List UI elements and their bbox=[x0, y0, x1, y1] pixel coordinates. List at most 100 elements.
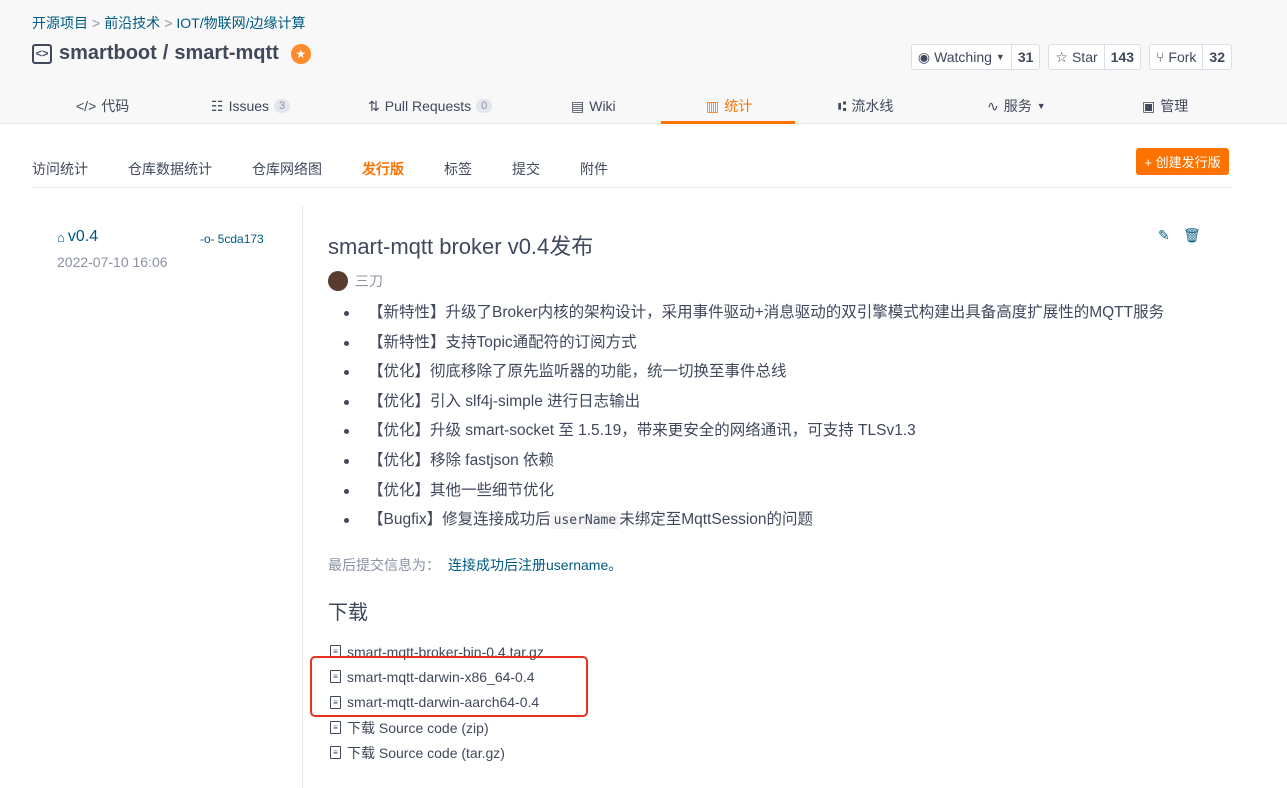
bugfix-suffix: 未绑定至MqttSession的问题 bbox=[619, 511, 814, 529]
subnav-repo-data[interactable]: 仓库数据统计 bbox=[128, 159, 212, 179]
repo-tabs: </> 代码 ☷ Issues 3 ⇅ Pull Requests 0 ▤ Wiki ▥ 统计… bbox=[0, 88, 1287, 124]
release-notes: 【新特性】升级了Broker内核的架构设计，采用事件驱动+消息驱动的双引擎模式构… bbox=[343, 300, 1164, 537]
star-icon: ☆ bbox=[1055, 48, 1068, 65]
list-item: 【优化】彻底移除了原先监听器的功能，统一切换至事件总线 bbox=[343, 359, 1164, 389]
subnav-network[interactable]: 仓库网络图 bbox=[252, 159, 322, 179]
tag-icon: ⌂ bbox=[57, 229, 65, 245]
tab-label: 代码 bbox=[101, 98, 130, 114]
wiki-icon: ▤ bbox=[571, 97, 585, 114]
watch-label: Watching bbox=[934, 49, 992, 65]
tab-label: Wiki bbox=[589, 98, 616, 114]
star-label: Star bbox=[1071, 49, 1098, 65]
file-archive-icon: ≡ bbox=[330, 746, 341, 760]
tab-label: 统计 bbox=[724, 98, 753, 114]
tab-label: 管理 bbox=[1160, 98, 1189, 114]
subnav-releases[interactable]: 发行版 bbox=[362, 159, 404, 179]
caret-down-icon: ▼ bbox=[1036, 101, 1046, 111]
list-item: 【优化】其他一些细节优化 bbox=[343, 478, 1164, 508]
pr-count-badge: 0 bbox=[476, 99, 493, 113]
tab-label: 流水线 bbox=[851, 98, 894, 114]
list-item: 【新特性】升级了Broker内核的架构设计，采用事件驱动+消息驱动的双引擎模式构… bbox=[343, 300, 1164, 330]
pulse-icon: ∿ bbox=[987, 97, 999, 114]
stats-subnav: 访问统计 仓库数据统计 仓库网络图 发行版 标签 提交 附件 bbox=[32, 150, 1231, 188]
issues-icon: ☷ bbox=[211, 97, 224, 114]
tab-services[interactable]: ∿ 服务 ▼ bbox=[987, 88, 1046, 124]
last-commit-link[interactable]: 连接成功后注册username。 bbox=[448, 557, 622, 573]
pipeline-icon: ⑆ bbox=[838, 98, 847, 114]
release-author[interactable]: 三刀 bbox=[328, 271, 383, 291]
tab-label: 服务 bbox=[1003, 98, 1032, 114]
list-item: 【优化】移除 fastjson 依赖 bbox=[343, 448, 1164, 478]
tab-pull-requests[interactable]: ⇅ Pull Requests 0 bbox=[368, 88, 493, 124]
list-item-bugfix: 【Bugfix】修复连接成功后 userName 未绑定至MqttSession的问… bbox=[343, 507, 1164, 537]
repo-separator: / bbox=[162, 42, 169, 64]
tab-label: Issues bbox=[228, 98, 270, 114]
star-count[interactable]: 143 bbox=[1105, 45, 1140, 69]
caret-down-icon: ▼ bbox=[995, 52, 1005, 62]
subnav-attachments[interactable]: 附件 bbox=[580, 159, 608, 179]
commit-hash: 5cda173 bbox=[217, 232, 264, 246]
subnav-commits[interactable]: 提交 bbox=[512, 159, 540, 179]
code-icon: </> bbox=[76, 98, 97, 114]
watch-button[interactable]: ◉ Watching ▼ 31 bbox=[910, 44, 1041, 70]
repo-name[interactable]: smart-mqtt bbox=[174, 42, 278, 65]
release-tag[interactable]: ⌂ v0.4 bbox=[57, 228, 98, 246]
trash-icon[interactable]: 🗑 bbox=[1183, 227, 1201, 244]
breadcrumb-open-source[interactable]: 开源项目 bbox=[32, 15, 88, 31]
fork-icon: ⑂ bbox=[1156, 49, 1165, 65]
chart-icon: ▥ bbox=[706, 97, 720, 114]
tab-label: Pull Requests bbox=[384, 98, 472, 114]
tab-issues[interactable]: ☷ Issues 3 bbox=[211, 88, 291, 124]
release-commit[interactable]: -o- 5cda173 bbox=[200, 232, 264, 246]
recommended-medal-icon: ★ bbox=[290, 43, 311, 64]
tab-stats[interactable]: ▥ 统计 bbox=[706, 88, 752, 124]
fork-button[interactable]: ⑂ Fork 32 bbox=[1149, 44, 1232, 70]
list-item: 【优化】引入 slf4j-simple 进行日志输出 bbox=[343, 389, 1164, 419]
watch-count[interactable]: 31 bbox=[1012, 45, 1040, 69]
pull-request-icon: ⇅ bbox=[368, 97, 380, 114]
tab-pipeline[interactable]: ⑆ 流水线 bbox=[838, 88, 893, 124]
fork-label: Fork bbox=[1168, 49, 1197, 65]
commit-icon: -o- bbox=[200, 232, 215, 246]
download-item[interactable]: ≡ 下载 Source code (zip) bbox=[330, 715, 544, 740]
file-name: 下载 Source code (tar.gz) bbox=[347, 744, 505, 761]
last-commit-label: 最后提交信息为： bbox=[328, 557, 440, 573]
breadcrumb-frontier-tech[interactable]: 前沿技术 bbox=[104, 15, 160, 31]
edit-icon[interactable]: ✎ bbox=[1158, 227, 1170, 244]
repo-header: 开源项目 > 前沿技术 > IOT/物联网/边缘计算 <> smartboot / sm… bbox=[0, 0, 1287, 124]
repo-actions: ◉ Watching ▼ 31 ☆ Star 143 ⑂ Fork 32 bbox=[910, 44, 1232, 70]
subnav-tags[interactable]: 标签 bbox=[444, 159, 472, 179]
release-tag-label: v0.4 bbox=[67, 228, 99, 245]
release-date: 2022-07-10 16:06 bbox=[57, 254, 168, 270]
issues-count-badge: 3 bbox=[274, 99, 291, 113]
breadcrumb-separator: > bbox=[164, 15, 173, 31]
tab-code[interactable]: </> 代码 bbox=[76, 88, 129, 124]
repo-code-icon: <> bbox=[32, 43, 52, 64]
tab-wiki[interactable]: ▤ Wiki bbox=[571, 88, 616, 124]
tab-manage[interactable]: ▣ 管理 bbox=[1142, 88, 1188, 124]
file-name: 下载 Source code (zip) bbox=[347, 719, 489, 736]
highlight-annotation bbox=[310, 656, 588, 717]
breadcrumb: 开源项目 > 前沿技术 > IOT/物联网/边缘计算 bbox=[32, 13, 306, 33]
active-tab-indicator bbox=[661, 121, 795, 124]
subnav-visits[interactable]: 访问统计 bbox=[32, 159, 88, 179]
list-item: 【优化】升级 smart-socket 至 1.5.19，带来更安全的网络通讯，… bbox=[343, 418, 1164, 448]
download-item[interactable]: ≡ 下载 Source code (tar.gz) bbox=[330, 740, 544, 765]
avatar bbox=[328, 271, 348, 291]
download-heading: 下载 bbox=[328, 602, 368, 624]
breadcrumb-iot[interactable]: IOT/物联网/边缘计算 bbox=[176, 15, 305, 31]
divider bbox=[302, 206, 303, 788]
fork-count[interactable]: 32 bbox=[1203, 45, 1231, 69]
breadcrumb-separator: > bbox=[92, 15, 101, 31]
repo-title: <> smartboot / smart-mqtt ★ bbox=[32, 42, 311, 65]
bugfix-code: userName bbox=[550, 512, 620, 530]
release-title: smart-mqtt broker v0.4发布 bbox=[328, 234, 594, 259]
author-name: 三刀 bbox=[355, 273, 383, 289]
bugfix-prefix: 【Bugfix】修复连接成功后 bbox=[368, 511, 551, 529]
manage-icon: ▣ bbox=[1142, 97, 1156, 114]
star-button[interactable]: ☆ Star 143 bbox=[1048, 44, 1142, 70]
repo-owner[interactable]: smartboot bbox=[59, 42, 157, 65]
file-archive-icon: ≡ bbox=[330, 721, 341, 735]
list-item: 【新特性】支持Topic通配符的订阅方式 bbox=[343, 330, 1164, 360]
create-release-button[interactable]: + 创建发行版 bbox=[1136, 148, 1229, 175]
